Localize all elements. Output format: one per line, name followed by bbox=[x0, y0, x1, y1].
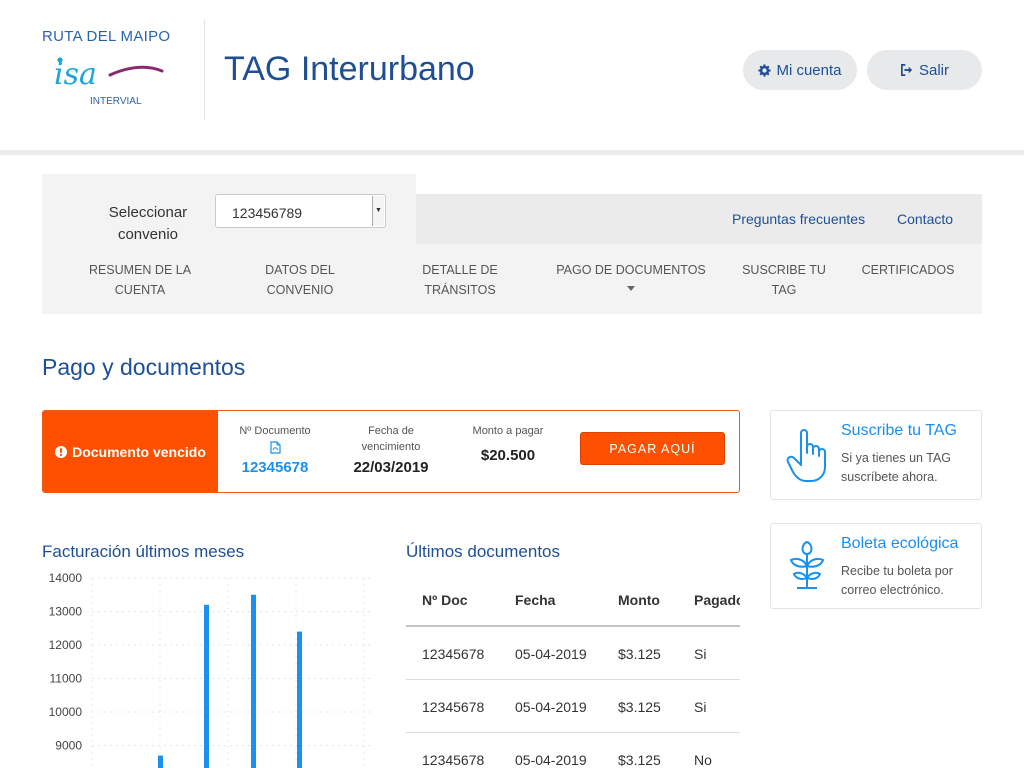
document-number-link[interactable]: 12345678 bbox=[229, 459, 321, 476]
nav-item-line: DATOS DEL bbox=[265, 263, 335, 277]
gear-icon bbox=[758, 63, 772, 77]
column-header-doc: Nº Doc bbox=[422, 592, 468, 608]
pdf-link[interactable]: 12345678 bbox=[229, 441, 321, 476]
nav-item-line: DETALLE DE bbox=[422, 263, 498, 277]
column-header-date: Fecha bbox=[515, 592, 556, 608]
due-date-value: 22/03/2019 bbox=[353, 459, 429, 476]
row-divider bbox=[406, 732, 740, 733]
y-tick-label: 10000 bbox=[49, 705, 83, 719]
billing-chart-title: Facturación últimos meses bbox=[42, 542, 245, 561]
y-tick-label: 9000 bbox=[55, 739, 82, 753]
header-separator bbox=[0, 150, 1024, 155]
exclamation-circle-icon bbox=[55, 445, 68, 458]
date-cell: 05-04-2019 bbox=[515, 752, 587, 768]
hand-pointer-icon bbox=[786, 429, 826, 482]
due-date-label: Fecha de vencimiento bbox=[361, 425, 421, 453]
y-tick-label: 14000 bbox=[49, 571, 83, 585]
nav-item-line: PAGO DE DOCUMENTOS bbox=[556, 263, 706, 277]
chart-bar bbox=[204, 604, 209, 768]
doc-number-cell: 12345678 bbox=[422, 699, 485, 715]
nav-item-line: CERTIFICADOS bbox=[861, 263, 955, 277]
logout-button[interactable]: Salir bbox=[867, 50, 982, 90]
subscribe-tag-description: Si ya tienes un TAG suscríbete ahora. bbox=[841, 451, 952, 484]
chart-bar bbox=[251, 594, 256, 768]
logo-mark-text: isa bbox=[54, 57, 97, 92]
select-arrow-icon[interactable]: ▼ bbox=[372, 196, 384, 226]
column-header-paid: Pagado bbox=[694, 592, 740, 608]
chart-bar bbox=[158, 755, 163, 768]
logo[interactable]: RUTA DEL MAIPO isa INTERVIAL bbox=[42, 28, 182, 118]
pay-here-button[interactable]: PAGAR AQUÍ bbox=[580, 432, 725, 465]
pdf-file-icon[interactable] bbox=[269, 441, 281, 454]
logo-top-text: RUTA DEL MAIPO bbox=[42, 28, 171, 45]
eco-invoice-card[interactable]: Boleta ecológica Recibe tu boleta por co… bbox=[770, 523, 982, 609]
agreement-selector-label: Seleccionar convenio bbox=[108, 204, 188, 243]
isa-logo-mark: isa bbox=[54, 57, 164, 92]
chart-bar bbox=[297, 631, 302, 768]
app-title: TAG Interurbano bbox=[224, 50, 475, 88]
eco-invoice-title: Boleta ecológica bbox=[841, 535, 959, 552]
document-number-column: Nº Documento 12345678 bbox=[229, 423, 321, 476]
row-divider bbox=[406, 679, 740, 680]
overdue-document-alert: Documento vencido Nº Documento 12345678 … bbox=[42, 410, 740, 493]
nav-account-summary[interactable]: RESUMEN DE LA CUENTA bbox=[78, 260, 202, 300]
header-divider bbox=[204, 20, 205, 120]
sign-out-icon bbox=[900, 64, 913, 76]
nav-item-line: CONVENIO bbox=[266, 283, 334, 297]
y-tick-label: 12000 bbox=[49, 638, 83, 652]
paid-cell: Si bbox=[694, 699, 707, 715]
contact-link[interactable]: Contacto bbox=[897, 211, 953, 227]
site-header: RUTA DEL MAIPO isa INTERVIAL TAG Interur… bbox=[0, 0, 1024, 150]
y-tick-label: 13000 bbox=[49, 605, 83, 619]
subscribe-tag-title: Suscribe tu TAG bbox=[841, 422, 957, 439]
nav-subscribe-tag[interactable]: SUSCRIBE TU TAG bbox=[734, 260, 834, 300]
amount-cell: $3.125 bbox=[618, 752, 661, 768]
document-number-label: Nº Documento bbox=[239, 425, 311, 437]
date-cell: 05-04-2019 bbox=[515, 699, 587, 715]
table-header-divider bbox=[406, 625, 740, 627]
nav-document-payment[interactable]: PAGO DE DOCUMENTOS bbox=[555, 260, 707, 291]
faq-link[interactable]: Preguntas frecuentes bbox=[732, 211, 865, 227]
nav-transit-detail[interactable]: DETALLE DE TRÁNSITOS bbox=[410, 260, 510, 300]
overdue-status-label: Documento vencido bbox=[72, 443, 206, 460]
eco-invoice-description: Recibe tu boleta por correo electrónico. bbox=[841, 564, 953, 597]
documents-title: Últimos documentos bbox=[406, 542, 561, 561]
y-tick-label: 11000 bbox=[50, 672, 83, 686]
amount-value: $20.500 bbox=[480, 447, 536, 464]
page-title: Pago y documentos bbox=[42, 354, 246, 380]
nav-item-line: RESUMEN DE LA bbox=[88, 263, 192, 277]
agreement-select-value: 123456789 bbox=[232, 205, 303, 221]
agreement-select[interactable]: 123456789 ▼ bbox=[215, 194, 386, 228]
logo-sub-text: INTERVIAL bbox=[90, 96, 142, 107]
paid-cell: No bbox=[694, 752, 712, 768]
subscribe-tag-card[interactable]: Suscribe tu TAG Si ya tienes un TAG susc… bbox=[770, 410, 982, 500]
doc-number-cell: 12345678 bbox=[422, 752, 485, 768]
chevron-down-icon bbox=[627, 286, 635, 291]
overdue-status: Documento vencido bbox=[43, 411, 218, 492]
paid-cell: Si bbox=[694, 646, 707, 662]
amount-cell: $3.125 bbox=[618, 646, 661, 662]
nav-item-line: TAG bbox=[771, 283, 797, 297]
my-account-button[interactable]: Mi cuenta bbox=[743, 50, 857, 90]
plant-icon bbox=[789, 540, 825, 589]
due-date-column: Fecha de vencimiento 22/03/2019 bbox=[343, 423, 439, 476]
amount-cell: $3.125 bbox=[618, 699, 661, 715]
amount-label: Monto a pagar bbox=[472, 425, 544, 437]
documents-table: Nº Doc Fecha Monto Pagado 12345678 05-04… bbox=[406, 574, 740, 768]
column-header-amount: Monto bbox=[618, 592, 660, 608]
nav-certificates[interactable]: CERTIFICADOS bbox=[855, 260, 961, 280]
billing-chart: 14000 13000 12000 11000 10000 9000 bbox=[49, 571, 372, 768]
doc-number-cell: 12345678 bbox=[422, 646, 485, 662]
amount-column: Monto a pagar $20.500 bbox=[461, 423, 555, 464]
logout-label: Salir bbox=[918, 61, 949, 79]
nav-agreement-data[interactable]: DATOS DEL CONVENIO bbox=[240, 260, 360, 300]
date-cell: 05-04-2019 bbox=[515, 646, 587, 662]
nav-item-line: TRÁNSITOS bbox=[424, 283, 496, 297]
nav-item-line: CUENTA bbox=[114, 283, 166, 297]
my-account-label: Mi cuenta bbox=[776, 61, 842, 79]
nav-item-line: SUSCRIBE TU bbox=[742, 263, 826, 277]
